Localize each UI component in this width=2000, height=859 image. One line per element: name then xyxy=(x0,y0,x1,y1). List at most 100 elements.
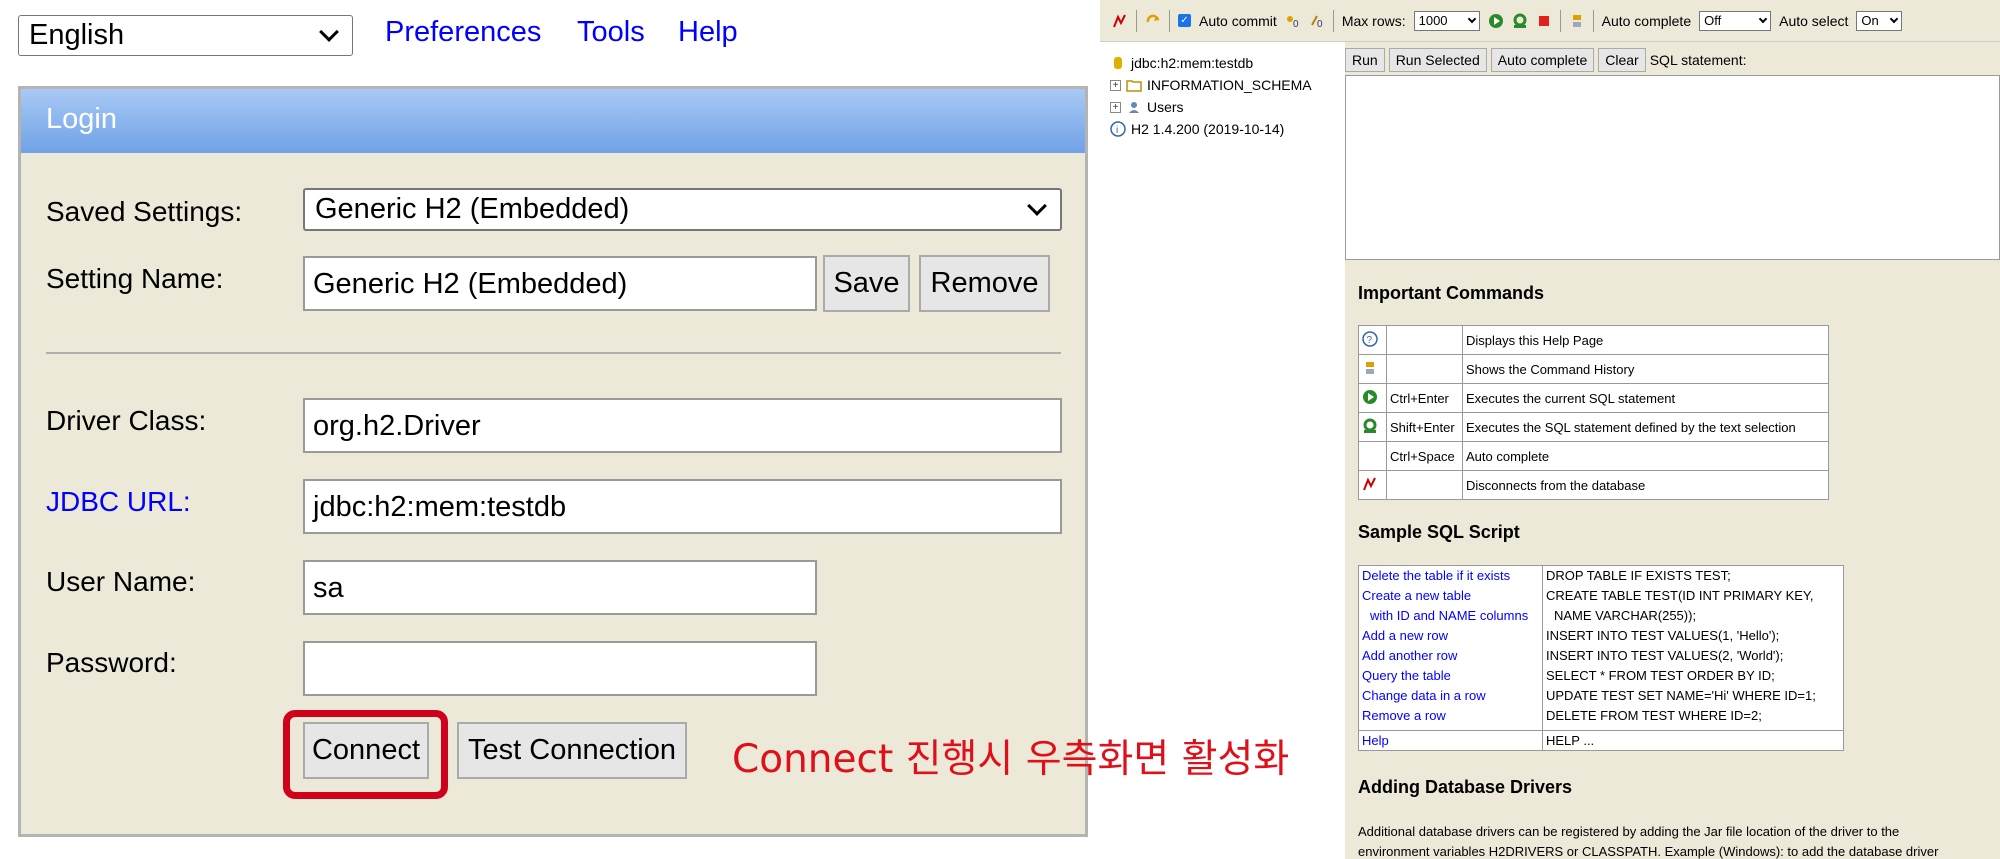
language-select[interactable]: English xyxy=(18,15,353,56)
sample-sql: DROP TABLE IF EXISTS TEST; xyxy=(1546,568,1731,583)
clear-button[interactable]: Clear xyxy=(1598,47,1646,72)
jdbc-url-input[interactable]: jdbc:h2:mem:testdb xyxy=(303,479,1062,534)
command-desc: Displays this Help Page xyxy=(1462,325,1829,355)
command-key xyxy=(1386,354,1463,384)
history-icon-cell xyxy=(1358,354,1387,384)
run-selected-button[interactable]: Run Selected xyxy=(1388,47,1487,72)
run-selected-icon[interactable] xyxy=(1512,13,1528,29)
help-icon-cell: ? xyxy=(1358,325,1387,355)
info-icon: i xyxy=(1110,121,1126,137)
sample-link[interactable]: Create a new table xyxy=(1362,588,1539,608)
chevron-down-icon xyxy=(319,21,339,42)
jdbc-url-label: JDBC URL: xyxy=(46,486,191,517)
run-icon[interactable] xyxy=(1488,13,1504,29)
chevron-down-icon xyxy=(1467,14,1476,24)
driver-class-input[interactable]: org.h2.Driver xyxy=(303,398,1062,453)
sample-link[interactable]: Add a new row xyxy=(1362,628,1539,648)
rollback-icon[interactable]: 0 xyxy=(1309,13,1325,29)
preferences-link[interactable]: Preferences xyxy=(385,16,541,49)
tree-users-label: Users xyxy=(1147,99,1184,115)
sample-link[interactable]: with ID and NAME columns xyxy=(1362,608,1539,628)
sample-link[interactable]: Add another row xyxy=(1362,648,1539,668)
table-row: Help HELP ... xyxy=(1358,730,1844,751)
folder-icon xyxy=(1126,80,1142,92)
setting-name-label: Setting Name: xyxy=(46,263,224,294)
history-icon[interactable] xyxy=(1569,13,1585,29)
auto-complete-select[interactable]: Off xyxy=(1699,10,1772,31)
disconnect-icon xyxy=(1363,477,1376,490)
sql-editor[interactable] xyxy=(1345,75,2000,260)
auto-commit-checkbox[interactable]: ✓ xyxy=(1178,14,1191,27)
sample-sql-title: Sample SQL Script xyxy=(1358,522,1520,542)
sample-link[interactable]: Query the table xyxy=(1362,668,1539,688)
command-desc: Disconnects from the database xyxy=(1462,470,1829,500)
run-button[interactable]: Run xyxy=(1345,47,1385,72)
sample-link[interactable]: Delete the table if it exists xyxy=(1362,568,1539,588)
expand-icon[interactable]: + xyxy=(1110,101,1121,113)
adding-drivers-title: Adding Database Drivers xyxy=(1358,777,1573,797)
language-value: English xyxy=(29,19,125,51)
refresh-icon[interactable] xyxy=(1145,13,1161,29)
tools-link[interactable]: Tools xyxy=(577,16,645,49)
test-connection-button[interactable]: Test Connection xyxy=(457,722,687,779)
auto-complete-label: Auto complete xyxy=(1601,12,1692,29)
svg-text:0: 0 xyxy=(1293,19,1299,29)
stop-icon[interactable] xyxy=(1536,13,1552,29)
svg-text:0: 0 xyxy=(1317,19,1323,29)
table-row: Shift+Enter Executes the SQL statement d… xyxy=(1358,412,1829,442)
auto-commit-label: Auto commit xyxy=(1199,12,1277,29)
empty-icon-cell xyxy=(1358,441,1387,471)
tree-item-version: i H2 1.4.200 (2019-10-14) xyxy=(1110,118,1350,140)
max-rows-value: 1000 xyxy=(1418,13,1448,28)
chevron-down-icon xyxy=(1027,195,1047,216)
auto-select-select[interactable]: On xyxy=(1856,10,1903,31)
sample-sql: UPDATE TEST SET NAME='Hi' WHERE ID=1; xyxy=(1546,688,1816,703)
auto-select-value: On xyxy=(1861,13,1879,28)
sample-link[interactable]: Remove a row xyxy=(1362,708,1539,728)
console-toolbar: ✓ Auto commit 0 0 Max rows: 1000 Auto co… xyxy=(1100,0,2000,42)
sample-statements: DROP TABLE IF EXISTS TEST; CREATE TABLE … xyxy=(1542,565,1844,731)
run-icon-cell xyxy=(1358,383,1387,413)
svg-text:?: ? xyxy=(1367,335,1373,346)
saved-settings-select[interactable]: Generic H2 (Embedded) xyxy=(303,188,1062,231)
auto-complete-button[interactable]: Auto complete xyxy=(1490,47,1595,72)
highlight-ring xyxy=(283,710,448,799)
user-name-input[interactable]: sa xyxy=(303,560,817,615)
tree-db-label: jdbc:h2:mem:testdb xyxy=(1131,55,1254,71)
table-row: Ctrl+Enter Executes the current SQL stat… xyxy=(1358,383,1829,413)
max-rows-select[interactable]: 1000 xyxy=(1413,10,1480,31)
help-icon: ? xyxy=(1362,330,1378,347)
login-title: Login xyxy=(21,89,1085,153)
auto-complete-value: Off xyxy=(1704,13,1722,28)
toolbar-separator xyxy=(1592,9,1594,32)
tree-item-schema[interactable]: + INFORMATION_SCHEMA xyxy=(1110,74,1350,96)
disconnect-icon[interactable] xyxy=(1112,13,1128,29)
remove-button[interactable]: Remove xyxy=(919,255,1050,312)
command-key: Ctrl+Space xyxy=(1386,441,1463,471)
tree-item-db[interactable]: jdbc:h2:mem:testdb xyxy=(1110,52,1350,74)
chevron-down-icon xyxy=(1890,14,1899,24)
toolbar-separator xyxy=(1169,9,1170,32)
tree-version-label: H2 1.4.200 (2019-10-14) xyxy=(1131,121,1285,137)
table-row: Ctrl+Space Auto complete xyxy=(1358,441,1829,471)
command-key: Ctrl+Enter xyxy=(1386,383,1463,413)
toolbar-separator xyxy=(1136,9,1137,32)
svg-text:i: i xyxy=(1116,125,1118,136)
setting-name-input[interactable]: Generic H2 (Embedded) xyxy=(303,256,817,311)
help-link[interactable]: Help xyxy=(678,16,738,49)
help-sql: HELP ... xyxy=(1542,730,1844,751)
command-desc: Auto complete xyxy=(1462,441,1829,471)
schema-tree: jdbc:h2:mem:testdb + INFORMATION_SCHEMA … xyxy=(1110,52,1350,140)
expand-icon[interactable]: + xyxy=(1110,79,1121,91)
password-input[interactable] xyxy=(303,641,817,696)
sample-sql: INSERT INTO TEST VALUES(1, 'Hello'); xyxy=(1546,628,1780,643)
sample-link[interactable]: Change data in a row xyxy=(1362,688,1539,708)
sample-sql-table: Delete the table if it exists Create a n… xyxy=(1358,565,1844,751)
users-icon xyxy=(1129,102,1139,113)
save-button[interactable]: Save xyxy=(823,255,910,312)
commit-icon[interactable]: 0 xyxy=(1285,13,1301,29)
help-link[interactable]: Help xyxy=(1358,730,1543,751)
saved-settings-label: Saved Settings: xyxy=(46,196,243,227)
tree-item-users[interactable]: + Users xyxy=(1110,96,1350,118)
sample-sql: DELETE FROM TEST WHERE ID=2; xyxy=(1546,708,1762,723)
